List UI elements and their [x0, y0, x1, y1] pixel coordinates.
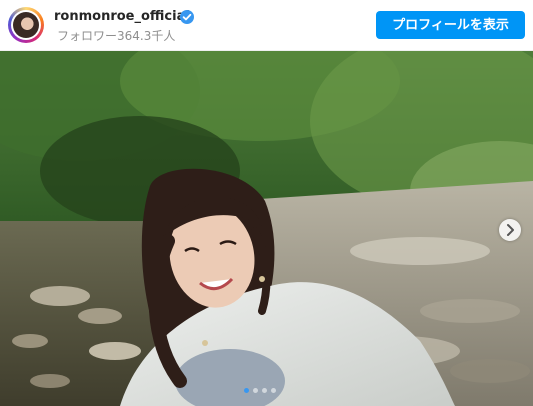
carousel-dot-4 [271, 388, 276, 393]
post-header: ronmonroe_official フォロワー364.3千人 プロフィールを表… [0, 0, 533, 51]
followers-count: フォロワー364.3千人 [57, 29, 176, 43]
post-image [0, 51, 533, 406]
username-link[interactable]: ronmonroe_official [54, 9, 190, 24]
carousel-dot-2 [253, 388, 258, 393]
next-photo-button[interactable] [499, 219, 521, 241]
avatar[interactable] [8, 7, 44, 43]
post-photo[interactable] [0, 51, 533, 406]
view-profile-button[interactable]: プロフィールを表示 [376, 11, 525, 39]
verified-badge-icon [180, 10, 194, 24]
carousel-dot-1 [244, 388, 249, 393]
chevron-right-icon [507, 224, 514, 236]
carousel-dots [244, 388, 292, 396]
carousel-dot-3 [262, 388, 267, 393]
avatar-image [13, 12, 39, 38]
